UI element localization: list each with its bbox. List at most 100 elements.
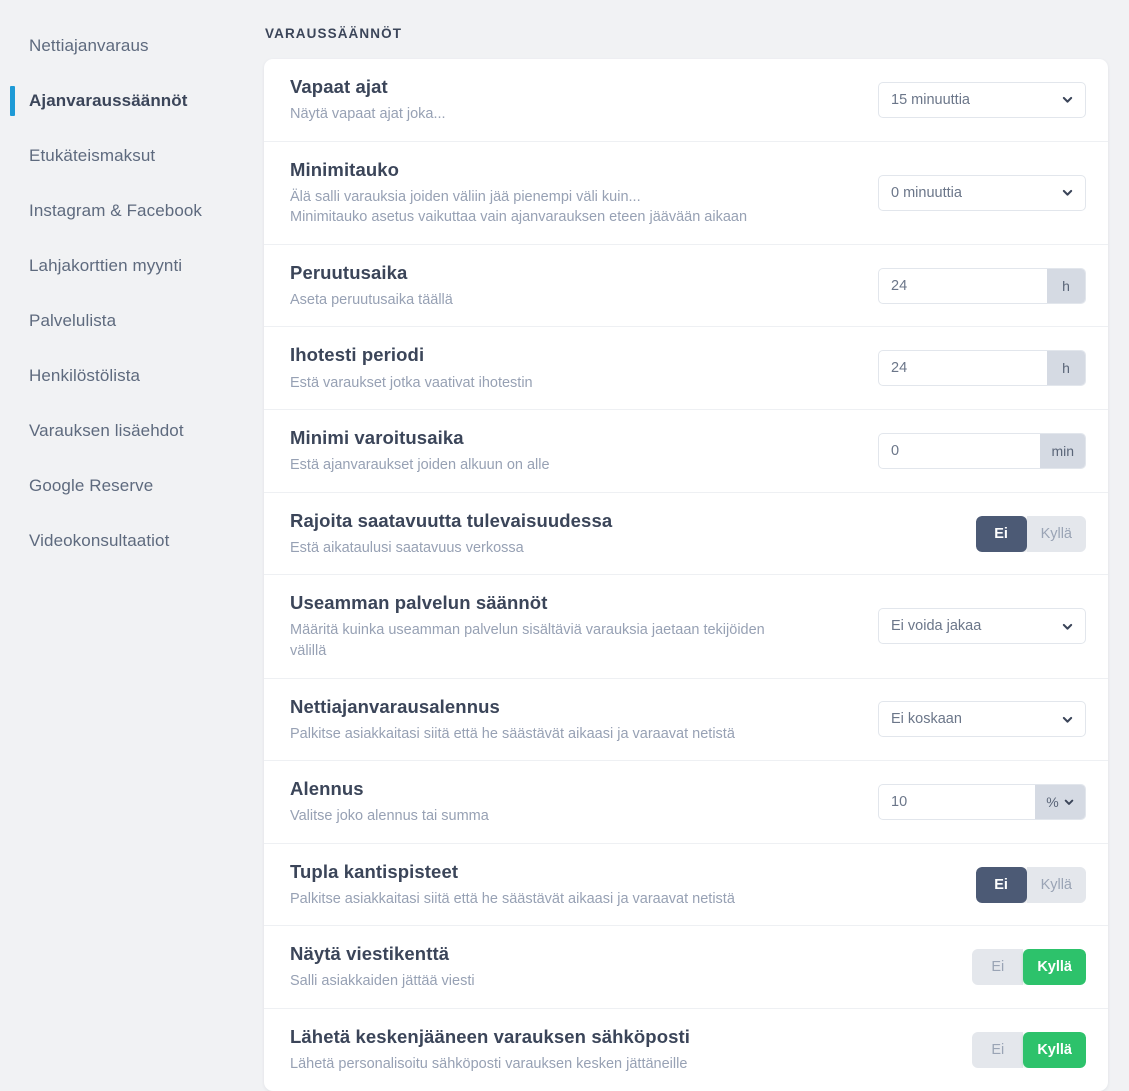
sidebar-item-label: Instagram & Facebook [29,200,203,220]
settings-row: Minimitauko Älä salli varauksia joiden vä… [264,142,1108,245]
row-description-line: Estä varaukset jotka vaativat ihotestin [290,374,533,391]
row-text-block: Nettiajanvarausalennus Palkitse asiakkait… [290,695,878,745]
sidebar-item-label: Ajanvaraussäännöt [29,90,188,110]
row-text-block: Rajoita saatavuutta tulevaisuudessa Estä … [290,509,976,559]
row-title: Peruutusaika [290,261,408,283]
value-input[interactable] [879,268,1047,303]
select-dropdown[interactable]: Ei voida jakaa [878,608,1086,645]
row-control: 15 minuuttia [878,81,1086,118]
settings-row: Ihotesti periodi Estä varaukset jotka vaa… [264,327,1108,411]
row-description-line: Näytä vapaat ajat joka... [290,106,446,123]
settings-page: Nettiajanvaraus Ajanvaraussäännöt Etukätei… [0,0,1129,1091]
row-text-block: Alennus Valitse joko alennus tai summa [290,777,878,827]
row-description: Estä varaukset jotka vaativat ihotestin [290,373,858,394]
unit-dropdown[interactable]: % [1035,784,1085,819]
toggle-option-no[interactable]: Ei [975,515,1027,552]
settings-row: Näytä viestikenttä Salli asiakkaiden jätt… [264,926,1108,1010]
row-title: Rajoita saatavuutta tulevaisuudessa [290,509,613,531]
row-description-line: Määritä kuinka useamman palvelun sisältä… [290,622,765,639]
toggle-option-no[interactable]: Ei [972,1031,1024,1068]
unit-label: h [1047,268,1085,303]
select-dropdown[interactable]: Ei koskaan [878,701,1086,738]
select-dropdown[interactable]: 15 minuuttia [878,81,1086,118]
select-value: 15 minuuttia [891,91,970,108]
row-description: Palkitse asiakkaitasi siitä että he sääs… [290,889,956,910]
row-description: Määritä kuinka useamman palvelun sisältä… [290,620,858,661]
sidebar-item-label: Nettiajanvaraus [29,35,149,55]
sidebar-item-2[interactable]: Etukäteismaksut [0,128,264,183]
sidebar-item-0[interactable]: Nettiajanvaraus [0,18,264,73]
sidebar-item-1[interactable]: Ajanvaraussäännöt [0,73,264,128]
row-text-block: Näytä viestikenttä Salli asiakkaiden jätt… [290,942,972,992]
toggle-option-no[interactable]: Ei [972,949,1024,986]
row-description-line: Minimitauko asetus vaikuttaa vain ajanva… [290,209,748,226]
row-text-block: Vapaat ajat Näytä vapaat ajat joka... [290,75,878,125]
row-description-line: Salli asiakkaiden jättää viesti [290,973,475,990]
settings-row: Nettiajanvarausalennus Palkitse asiakkait… [264,679,1108,762]
row-description: Aseta peruutusaika täällä [290,290,858,311]
sidebar-item-7[interactable]: Varauksen lisäehdot [0,403,264,458]
toggle-option-yes[interactable]: Kyllä [1026,866,1086,903]
sidebar-item-label: Henkilöstölista [29,365,141,385]
row-control: Ei koskaan [878,701,1086,738]
sidebar-item-9[interactable]: Videokonsultaatiot [0,513,264,568]
sidebar-item-6[interactable]: Henkilöstölista [0,348,264,403]
row-control: Ei Kyllä [972,1031,1086,1068]
toggle-option-no[interactable]: Ei [975,866,1027,903]
settings-row: Vapaat ajat Näytä vapaat ajat joka... 15 m… [264,59,1108,142]
toggle-option-yes[interactable]: Kyllä [1023,1031,1086,1068]
value-input[interactable] [879,784,1035,819]
sidebar-item-label: Google Reserve [29,475,154,495]
row-control: Ei Kyllä [975,866,1086,903]
row-control: Ei Kyllä [972,949,1086,986]
yes-no-toggle: Ei Kyllä [975,866,1086,903]
value-input[interactable] [879,433,1041,468]
sidebar-item-5[interactable]: Palvelulista [0,293,264,348]
toggle-option-yes[interactable]: Kyllä [1023,949,1086,986]
sidebar-item-label: Etukäteismaksut [29,145,156,165]
sidebar-item-3[interactable]: Instagram & Facebook [0,183,264,238]
value-input[interactable] [879,351,1047,386]
toggle-option-yes[interactable]: Kyllä [1026,515,1086,552]
select-value: Ei voida jakaa [891,618,982,635]
row-control: min [878,432,1086,469]
input-group: h [878,350,1086,387]
row-description: Älä salli varauksia joiden väliin jää pi… [290,187,858,228]
sidebar-item-8[interactable]: Google Reserve [0,458,264,513]
settings-row: Tupla kantispisteet Palkitse asiakkaitasi… [264,844,1108,927]
row-control: % [878,783,1086,820]
row-title: Alennus [290,778,364,800]
row-title: Nettiajanvarausalennus [290,695,500,717]
active-indicator-bar [10,85,15,116]
row-title: Minimi varoitusaika [290,427,464,449]
row-control: Ei voida jakaa [878,608,1086,645]
row-description: Valitse joko alennus tai summa [290,806,858,827]
chevron-down-icon [1062,190,1073,196]
row-text-block: Lähetä keskenjääneen varauksen sähköpost… [290,1025,972,1075]
page-title: VARAUSSÄÄNNÖT [265,26,403,41]
settings-row: Alennus Valitse joko alennus tai summa% [264,761,1108,844]
row-text-block: Peruutusaika Aseta peruutusaika täällä [290,261,878,311]
row-description-line: Älä salli varauksia joiden väliin jää pi… [290,188,641,205]
yes-no-toggle: Ei Kyllä [972,949,1086,986]
input-group: min [878,432,1086,469]
row-description-line: Estä ajanvaraukset joiden alkuun on alle [290,457,550,474]
chevron-down-icon [1062,716,1073,723]
row-description-line: Valitse joko alennus tai summa [290,808,489,825]
row-control: 0 minuuttia [878,174,1086,211]
row-description-line: Lähetä personalisoitu sähköposti varauks… [290,1056,688,1073]
row-control: h [878,350,1086,387]
select-dropdown[interactable]: 0 minuuttia [878,174,1086,211]
main-content: VARAUSSÄÄNNÖT Vapaat ajat Näytä vapaat aj… [264,0,1129,1091]
row-text-block: Minimi varoitusaika Estä ajanvaraukset jo… [290,426,878,476]
row-control: h [878,267,1086,304]
sidebar-item-4[interactable]: Lahjakorttien myynti [0,238,264,293]
row-description: Salli asiakkaiden jättää viesti [290,971,952,992]
row-description: Estä ajanvaraukset joiden alkuun on alle [290,455,858,476]
row-description-line: Palkitse asiakkaitasi siitä että he sääs… [290,890,735,907]
settings-row: Lähetä keskenjääneen varauksen sähköpost… [264,1009,1108,1091]
row-title: Vapaat ajat [290,76,388,97]
select-value: 0 minuuttia [891,184,962,201]
settings-row: Rajoita saatavuutta tulevaisuudessa Estä … [264,493,1108,576]
chevron-down-icon [1062,97,1073,103]
